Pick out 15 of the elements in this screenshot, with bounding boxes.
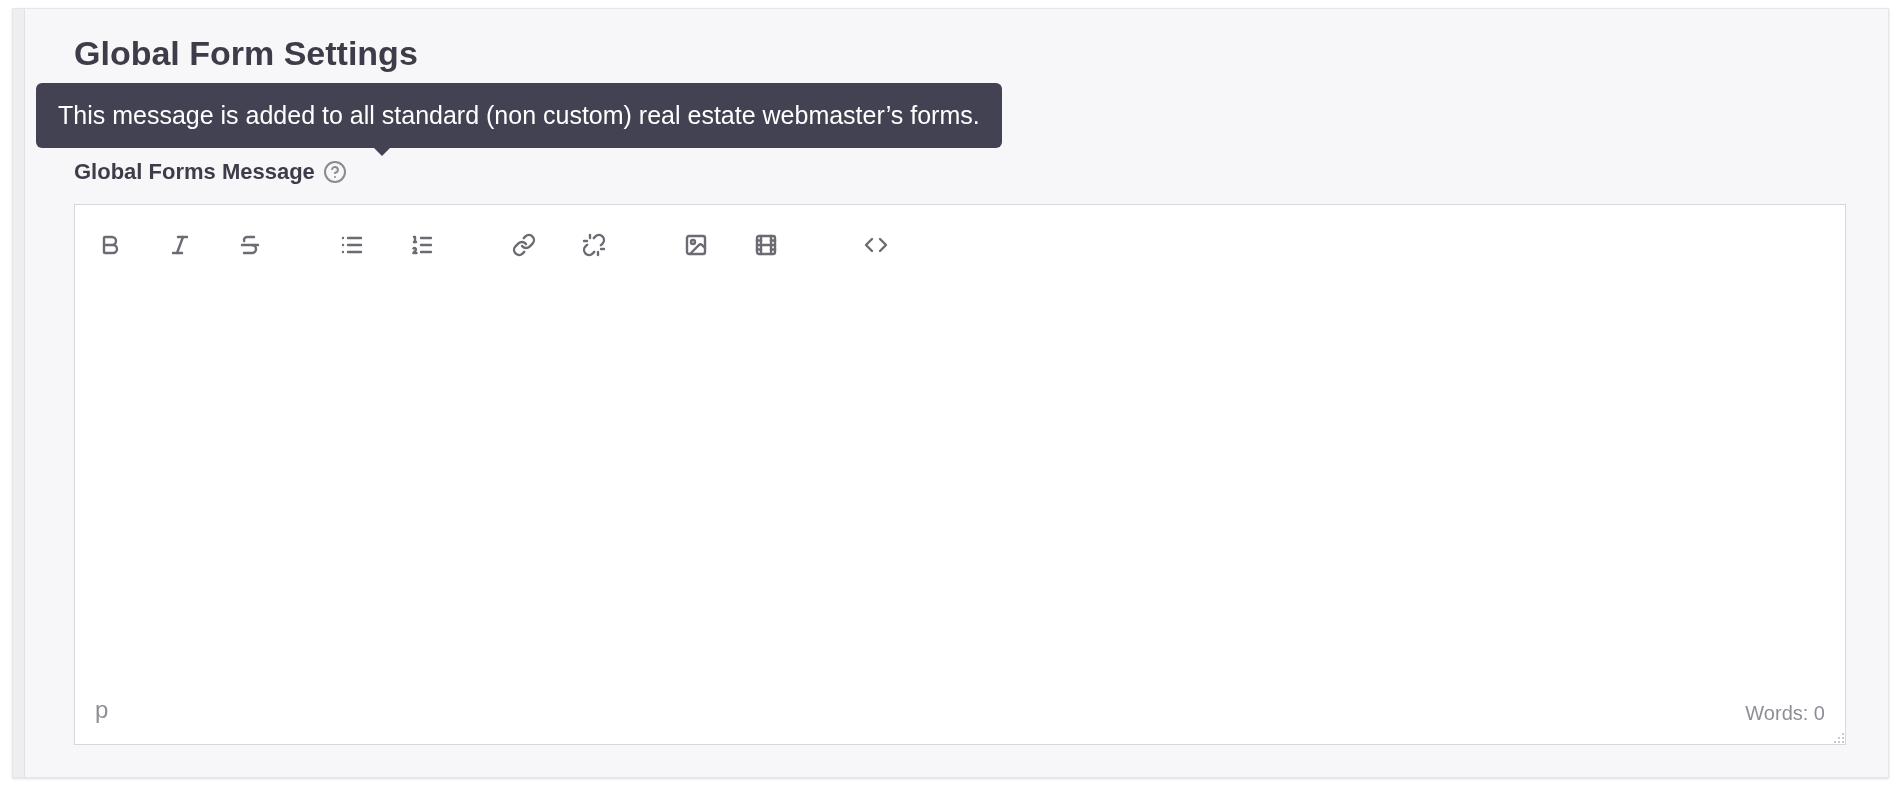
tooltip-pointer	[374, 148, 390, 156]
image-icon	[684, 233, 708, 257]
link-icon	[512, 233, 536, 257]
help-icon[interactable]	[322, 159, 347, 184]
unlink-icon	[582, 233, 606, 257]
editor-field[interactable]: p Words: 0	[74, 204, 1846, 745]
numbered-list-icon	[410, 233, 434, 257]
film-icon	[754, 233, 778, 257]
resize-handle-icon[interactable]	[1833, 732, 1845, 744]
word-count: Words: 0	[1745, 701, 1825, 726]
element-path: p	[95, 695, 109, 725]
field-label: Global Forms Message	[74, 158, 315, 186]
page-title: Global Form Settings	[74, 33, 418, 73]
strikethrough-icon	[238, 233, 262, 257]
tooltip: This message is added to all standard (non custom) real estate webmaster’s forms.	[36, 82, 1002, 148]
